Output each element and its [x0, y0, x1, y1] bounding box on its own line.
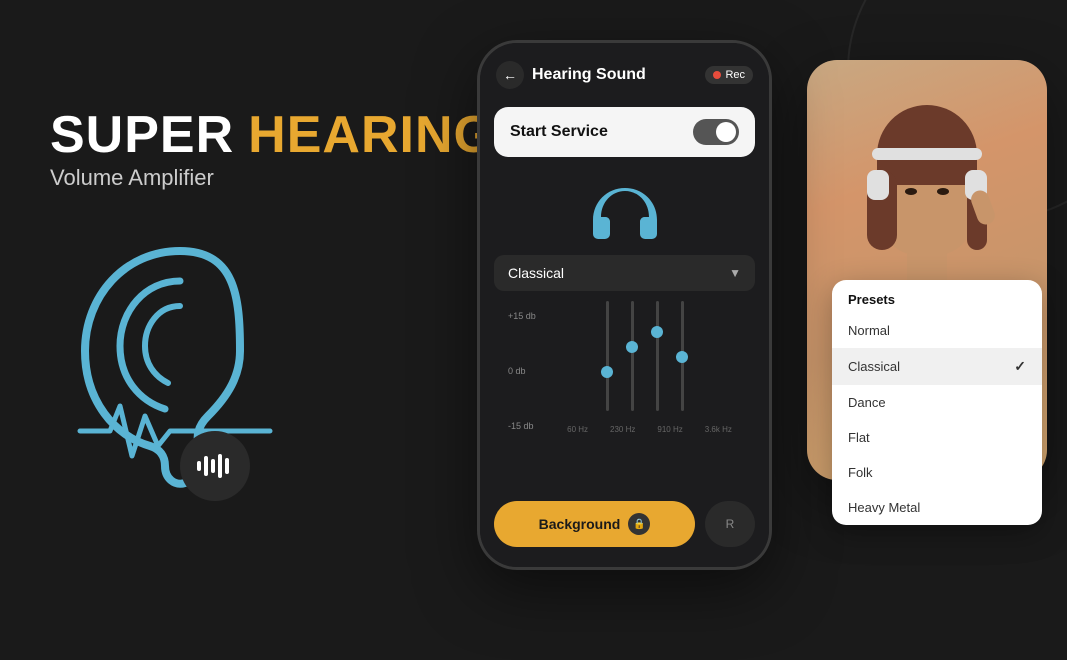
eq-slider-1[interactable]	[606, 301, 609, 411]
rec-badge[interactable]: Rec	[705, 66, 753, 84]
preset-label-dance: Dance	[848, 395, 886, 410]
preset-item-folk[interactable]: Folk	[832, 455, 1042, 490]
background-button[interactable]: Background 🔒	[494, 501, 695, 547]
preset-label-flat: Flat	[848, 430, 870, 445]
preset-label-heavy-metal: Heavy Metal	[848, 500, 920, 515]
ear-icon	[50, 231, 310, 491]
selected-preset-label: Classical	[508, 265, 564, 281]
phone-header: ← Hearing Sound Rec	[480, 43, 769, 99]
db-label-high: +15 db	[508, 311, 536, 321]
preset-dropdown[interactable]: Classical ▼	[494, 255, 755, 291]
preset-label-folk: Folk	[848, 465, 873, 480]
back-arrow-icon: ←	[503, 67, 517, 83]
record-button[interactable]: R	[705, 501, 755, 547]
preset-item-classical[interactable]: Classical ✓	[832, 348, 1042, 385]
eq-slider-2[interactable]	[631, 301, 634, 411]
check-icon: ✓	[1014, 358, 1026, 375]
title-subtitle: Volume Amplifier	[50, 165, 400, 191]
freq-label-3: 910 Hz	[657, 425, 682, 434]
service-label: Start Service	[510, 123, 608, 141]
freq-label-4: 3.6k Hz	[705, 425, 732, 434]
background-label: Background	[539, 516, 621, 532]
sound-wave-icon	[180, 431, 250, 501]
db-label-low: -15 db	[508, 421, 536, 431]
bottom-buttons: Background 🔒 R	[480, 491, 769, 567]
back-button[interactable]: ←	[496, 61, 524, 89]
dropdown-arrow-icon: ▼	[729, 266, 741, 280]
eq-slider-3[interactable]	[656, 301, 659, 411]
title-super: SUPER	[50, 109, 234, 161]
service-toggle[interactable]	[693, 119, 739, 145]
db-labels: +15 db 0 db -15 db	[508, 311, 536, 431]
rec-dot-icon	[713, 71, 721, 79]
toggle-knob	[716, 122, 736, 142]
screen-title: Hearing Sound	[532, 66, 697, 84]
popup-header: Presets	[832, 280, 1042, 313]
start-service-row: Start Service	[494, 107, 755, 157]
rec-button-label: R	[726, 517, 735, 531]
headphone-icon	[480, 165, 769, 255]
preset-item-flat[interactable]: Flat	[832, 420, 1042, 455]
db-label-mid: 0 db	[508, 366, 536, 376]
rec-label: Rec	[725, 69, 745, 81]
lock-icon: 🔒	[628, 513, 650, 535]
right-section: ← Hearing Sound Rec Start Service	[447, 0, 1067, 600]
left-section: SUPER HEARING Volume Amplifier	[0, 0, 450, 600]
preset-label-classical: Classical	[848, 359, 900, 374]
freq-label-1: 60 Hz	[567, 425, 588, 434]
freq-label-2: 230 Hz	[610, 425, 635, 434]
preset-item-heavy-metal[interactable]: Heavy Metal	[832, 490, 1042, 525]
preset-dropdown-popup: Presets Normal Classical ✓ Dance Flat Fo…	[832, 280, 1042, 525]
phone-mockup: ← Hearing Sound Rec Start Service	[477, 40, 772, 570]
preset-label-normal: Normal	[848, 323, 890, 338]
equalizer-area: +15 db 0 db -15 db	[480, 291, 769, 491]
preset-item-dance[interactable]: Dance	[832, 385, 1042, 420]
preset-item-normal[interactable]: Normal	[832, 313, 1042, 348]
eq-slider-4[interactable]	[681, 301, 684, 411]
